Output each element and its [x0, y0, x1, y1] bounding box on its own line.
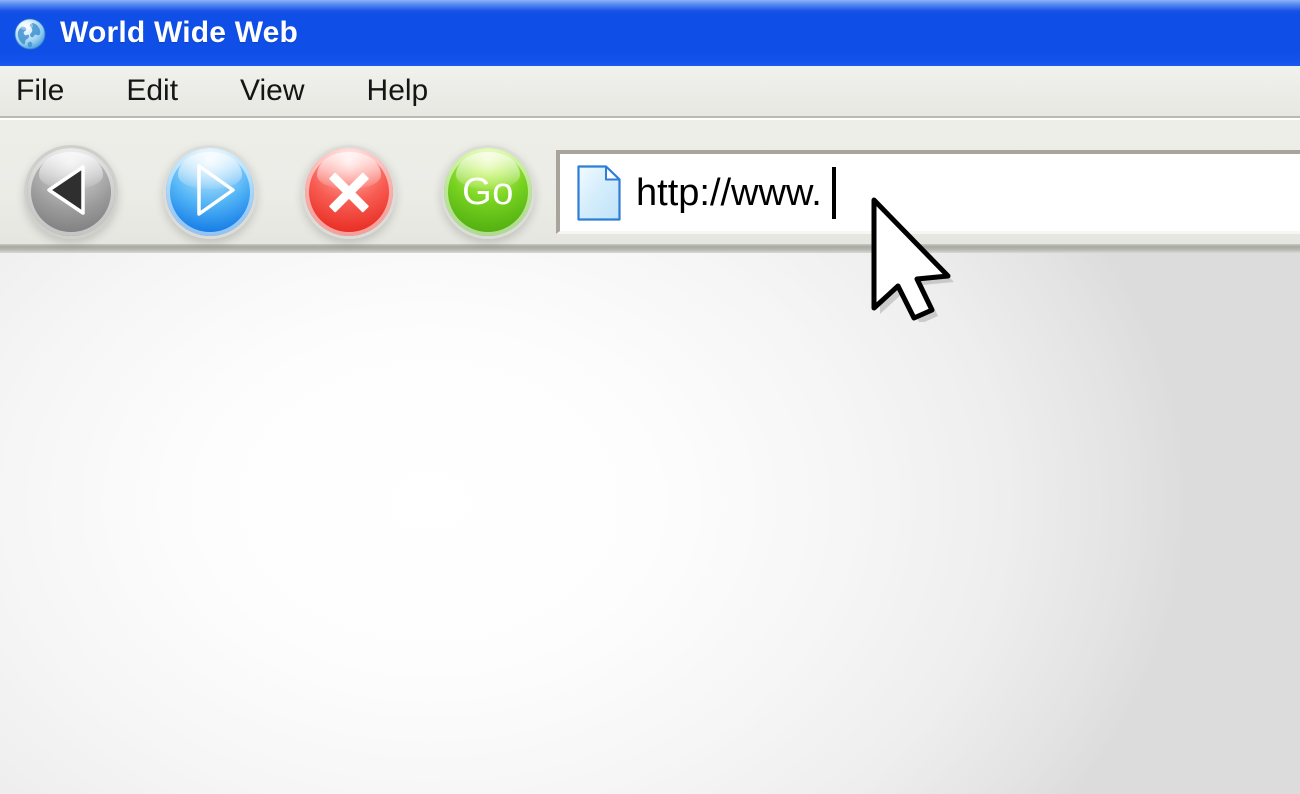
globe-icon [14, 18, 46, 50]
go-button[interactable]: Go [441, 145, 535, 239]
back-button[interactable] [24, 145, 118, 239]
address-input[interactable]: http://www. [564, 157, 1300, 228]
triangle-right-icon [182, 161, 238, 224]
url-text: http://www. [636, 171, 822, 214]
toolbar-bottom-divider [0, 244, 1300, 253]
stop-button[interactable] [302, 145, 396, 239]
browser-window: World Wide Web File Edit View Help Go ht… [0, 0, 1300, 794]
window-title: World Wide Web [60, 16, 299, 49]
menu-bar: File Edit View Help [0, 66, 1300, 118]
forward-button[interactable] [163, 145, 257, 239]
menu-item-view[interactable]: View [238, 74, 306, 108]
title-bar: World Wide Web [0, 0, 1300, 66]
menu-item-file[interactable]: File [14, 74, 66, 108]
go-button-label: Go [462, 171, 514, 213]
address-bar[interactable]: http://www. [556, 150, 1300, 234]
page-content [0, 253, 1300, 794]
page-document-icon [576, 164, 622, 222]
menu-item-edit[interactable]: Edit [124, 74, 180, 108]
triangle-left-icon [43, 161, 99, 224]
menu-item-help[interactable]: Help [365, 74, 431, 108]
text-caret [831, 166, 836, 219]
x-icon [323, 166, 375, 218]
